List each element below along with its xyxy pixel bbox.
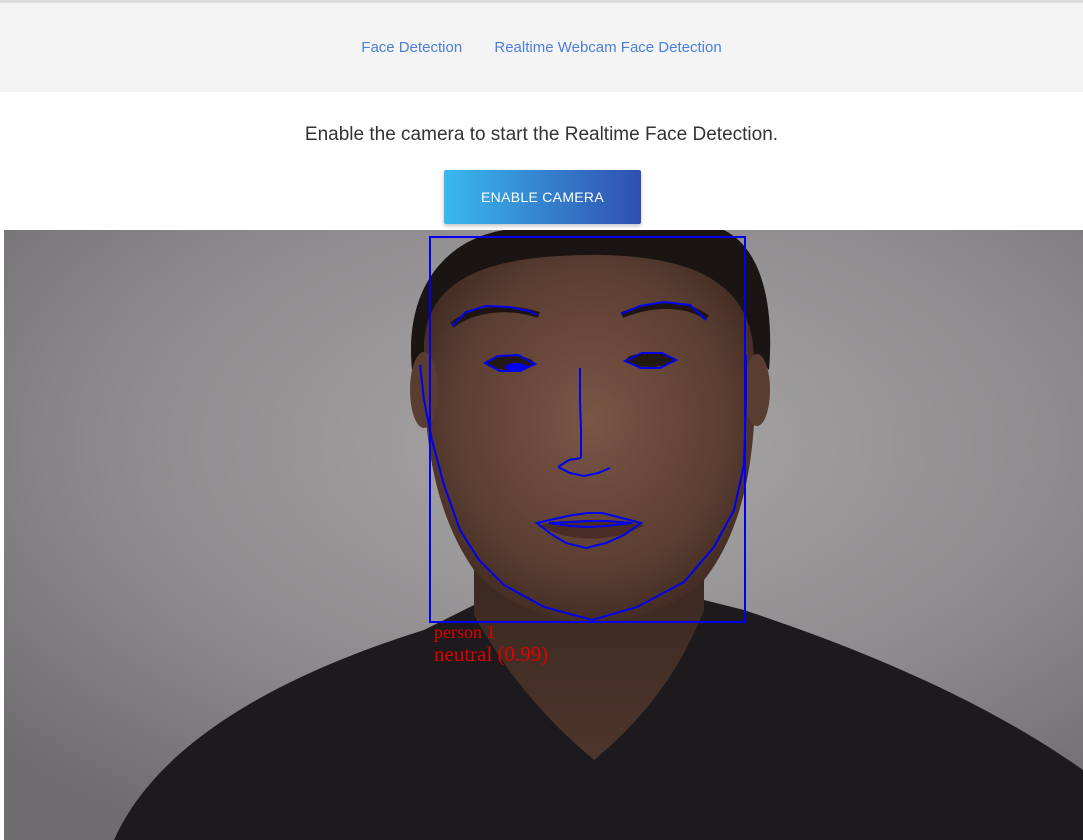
top-navigation-bar: Face Detection Realtime Webcam Face Dete…: [0, 0, 1083, 92]
nav-link-face-detection[interactable]: Face Detection: [361, 39, 462, 56]
left-pupil-mark: [505, 363, 527, 371]
detection-expression-label: neutral (0.99): [434, 642, 548, 666]
webcam-frame: person 1 neutral (0.99): [4, 230, 1083, 840]
enable-camera-button[interactable]: ENABLE CAMERA: [444, 170, 641, 224]
right-ear: [744, 354, 770, 426]
webcam-video-canvas: person 1 neutral (0.99): [4, 230, 1083, 840]
intro-text: Enable the camera to start the Realtime …: [304, 124, 779, 145]
detection-person-label: person 1: [434, 622, 496, 642]
nav-links: Face Detection Realtime Webcam Face Dete…: [0, 39, 1083, 56]
nose-bridge-landmarks: [579, 368, 582, 458]
left-ear: [410, 352, 438, 428]
nav-link-realtime-webcam[interactable]: Realtime Webcam Face Detection: [494, 39, 721, 56]
